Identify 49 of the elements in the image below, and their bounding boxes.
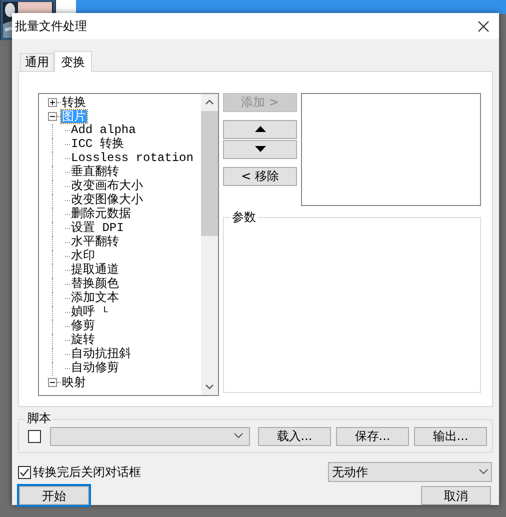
script-button[interactable]: 输出... bbox=[414, 426, 487, 446]
tree-item[interactable]: 添加文本 bbox=[70, 292, 120, 306]
tree-item[interactable]: 水平翻转 bbox=[70, 236, 120, 250]
tree-item[interactable]: 映射 bbox=[61, 376, 87, 390]
checkbox-label: 转换完后关闭对话框 bbox=[33, 464, 141, 481]
tree-item[interactable]: Add alpha bbox=[70, 124, 137, 138]
tree-item[interactable]: 删除元数据 bbox=[70, 208, 132, 222]
expand-icon[interactable] bbox=[48, 98, 57, 108]
tree-item[interactable]: 自动修剪 bbox=[70, 362, 120, 376]
triangle-down-icon bbox=[254, 146, 266, 152]
close-icon[interactable] bbox=[478, 20, 489, 32]
dropdown-value: 无动作 bbox=[332, 464, 368, 481]
move-down-button[interactable] bbox=[223, 140, 297, 159]
tree-item[interactable]: 改变图像大小 bbox=[70, 194, 144, 208]
move-up-button[interactable] bbox=[223, 120, 297, 139]
remove-button[interactable]: < 移除 bbox=[223, 166, 297, 186]
action-dropdown[interactable]: 无动作 bbox=[328, 462, 492, 482]
tree-item[interactable]: 修剪 bbox=[70, 320, 96, 334]
script-label: 脚本 bbox=[25, 410, 53, 426]
start-button[interactable]: 开始 bbox=[19, 486, 89, 505]
tab[interactable]: 变换 bbox=[54, 50, 92, 72]
tree-item[interactable]: 自动抗扭斜 bbox=[70, 348, 132, 362]
tree-item[interactable]: Lossless rotation bbox=[70, 152, 194, 166]
collapse-icon[interactable] bbox=[48, 378, 57, 388]
tab[interactable]: 通用 bbox=[20, 52, 54, 71]
caret-icon bbox=[234, 433, 243, 440]
tree-item[interactable]: 设置 DPI bbox=[70, 222, 125, 236]
tree-item[interactable]: 转换 bbox=[61, 96, 87, 110]
tree-item[interactable]: 替换颜色 bbox=[70, 278, 120, 292]
tree-item[interactable]: 媜呼 ᴸ bbox=[70, 306, 110, 320]
list-box[interactable] bbox=[301, 92, 481, 206]
tree-item[interactable]: 水印 bbox=[70, 250, 96, 264]
cancel-button[interactable]: 取消 bbox=[421, 486, 491, 505]
tree-item[interactable]: 垂直翻转 bbox=[70, 166, 120, 180]
tree-item[interactable]: 改变画布大小 bbox=[70, 180, 144, 194]
params-label: 参数 bbox=[230, 208, 258, 225]
window-title: 批量文件处理 bbox=[15, 18, 87, 35]
caret-icon bbox=[479, 469, 488, 475]
script-button[interactable]: 载入... bbox=[258, 426, 331, 446]
script-button[interactable]: 保存... bbox=[336, 426, 409, 446]
triangle-up-icon bbox=[254, 126, 266, 132]
checkbox[interactable] bbox=[18, 466, 31, 478]
tree-item[interactable]: ICC 转换 bbox=[70, 138, 125, 152]
tree-item[interactable]: 旋转 bbox=[70, 334, 96, 348]
scroll-thumb[interactable] bbox=[201, 110, 218, 236]
tree-item[interactable]: 提取通道 bbox=[70, 264, 120, 278]
scrollbar[interactable] bbox=[201, 94, 218, 395]
checkbox[interactable] bbox=[28, 430, 41, 443]
collapse-icon[interactable] bbox=[48, 112, 57, 122]
